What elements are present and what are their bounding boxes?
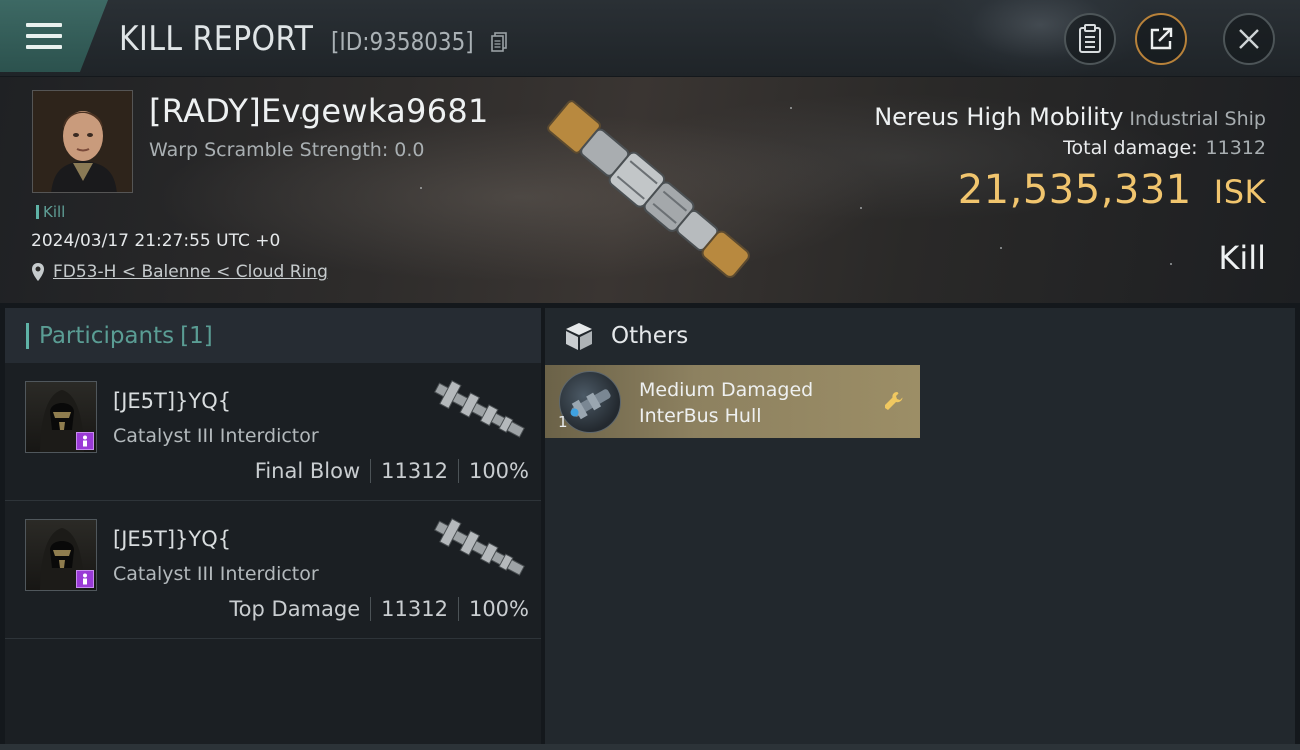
top-bar: KILL REPORT [ID:9358035] <box>0 0 1300 80</box>
participant-stats: Final Blow 11312 100% <box>255 459 529 483</box>
share-icon <box>1150 27 1173 50</box>
clipboard-button[interactable] <box>1064 13 1116 65</box>
clipboard-icon <box>1079 24 1101 53</box>
kill-datetime: 2024/03/17 21:27:55 UTC +0 <box>31 231 281 251</box>
participants-header[interactable]: Participants [1] <box>5 308 541 363</box>
stat-damage: 11312 <box>381 459 448 483</box>
dropped-item-card[interactable]: 1 Medium Damaged InterBus Hull <box>545 365 920 438</box>
warp-scramble-strength: Warp Scramble Strength: 0.0 <box>149 139 425 161</box>
stat-label: Final Blow <box>254 459 361 483</box>
participant-avatar[interactable] <box>25 381 97 453</box>
participants-label: Participants <box>39 322 175 349</box>
faction-badge <box>76 570 94 588</box>
ship-name-text: Nereus High Mobility <box>874 103 1124 131</box>
ship-class-text: Industrial Ship <box>1129 108 1266 130</box>
victim-portrait[interactable] <box>32 90 133 193</box>
stat-divider <box>457 597 459 621</box>
total-damage: Total damage: 11312 <box>1063 137 1266 159</box>
item-quantity: 1 <box>558 413 568 431</box>
victim-ship-name[interactable]: Nereus High Mobility Industrial Ship <box>874 103 1266 131</box>
stat-damage: 11312 <box>381 597 448 621</box>
participant-stats: Top Damage 11312 100% <box>229 597 529 621</box>
others-panel: Others 1 Medium Damaged InterBus Hull <box>545 308 1295 744</box>
close-icon <box>1239 29 1259 49</box>
others-header: Others <box>563 320 688 352</box>
menu-button[interactable] <box>0 0 108 72</box>
participant-ship-image[interactable] <box>423 375 535 447</box>
copy-icon[interactable] <box>491 32 507 52</box>
participant-name[interactable]: [JE5T]}YQ{ <box>113 527 231 551</box>
stat-percent: 100% <box>468 597 529 621</box>
share-button[interactable] <box>1135 13 1187 65</box>
total-damage-label: Total damage: <box>1063 137 1198 159</box>
location-link[interactable]: FD53-H < Balenne < Cloud Ring <box>53 262 328 282</box>
page-title: KILL REPORT <box>119 19 314 59</box>
participant-row[interactable]: [JE5T]}YQ{ Catalyst III Interdictor Top … <box>5 503 541 639</box>
close-button[interactable] <box>1223 13 1275 65</box>
kill-location[interactable]: FD53-H < Balenne < Cloud Ring <box>31 262 328 282</box>
item-icon <box>559 371 621 433</box>
others-label: Others <box>611 323 689 349</box>
participant-ship-image[interactable] <box>423 513 535 585</box>
isk-unit: ISK <box>1213 173 1266 211</box>
pilot-portrait-icon <box>33 91 132 192</box>
wrench-icon[interactable] <box>882 389 906 413</box>
isk-value: 21,535,331 ISK <box>958 167 1266 213</box>
stat-divider <box>370 597 372 621</box>
participant-ship: Catalyst III Interdictor <box>113 563 319 585</box>
bottom-edge <box>0 744 1300 750</box>
participants-count: [1] <box>180 322 213 349</box>
kill-tag-label: Kill <box>43 203 66 221</box>
participant-name[interactable]: [JE5T]}YQ{ <box>113 389 231 413</box>
stat-divider <box>457 459 459 483</box>
kill-tag: Kill <box>36 203 65 221</box>
person-icon <box>83 435 87 447</box>
victim-banner: [RADY]Evgewka9681 Warp Scramble Strength… <box>0 77 1300 303</box>
hull-module-icon <box>570 389 611 420</box>
participant-ship: Catalyst III Interdictor <box>113 425 319 447</box>
cube-icon <box>566 323 592 350</box>
participant-row[interactable]: [JE5T]}YQ{ Catalyst III Interdictor Fina… <box>5 365 541 501</box>
person-icon <box>83 573 87 585</box>
total-damage-value: 11312 <box>1205 137 1266 159</box>
kill-tag-bar <box>36 205 39 219</box>
isk-amount: 21,535,331 <box>957 167 1192 213</box>
stat-divider <box>370 459 372 483</box>
victim-ship-image[interactable] <box>520 87 780 297</box>
participants-panel: Participants [1] [JE5T]}YQ{ Catalyst III… <box>5 308 541 744</box>
victim-pilot-name[interactable]: [RADY]Evgewka9681 <box>149 92 489 130</box>
menu-icon <box>26 23 62 49</box>
kill-result: Kill <box>1218 239 1266 277</box>
participant-avatar[interactable] <box>25 519 97 591</box>
item-name: Medium Damaged InterBus Hull <box>639 379 814 427</box>
stat-percent: 100% <box>468 459 529 483</box>
participants-accent <box>26 322 29 349</box>
stat-label: Top Damage <box>229 597 361 621</box>
report-id: [ID:9358035] <box>331 27 474 56</box>
faction-badge <box>76 432 94 450</box>
location-pin-icon <box>32 263 44 281</box>
